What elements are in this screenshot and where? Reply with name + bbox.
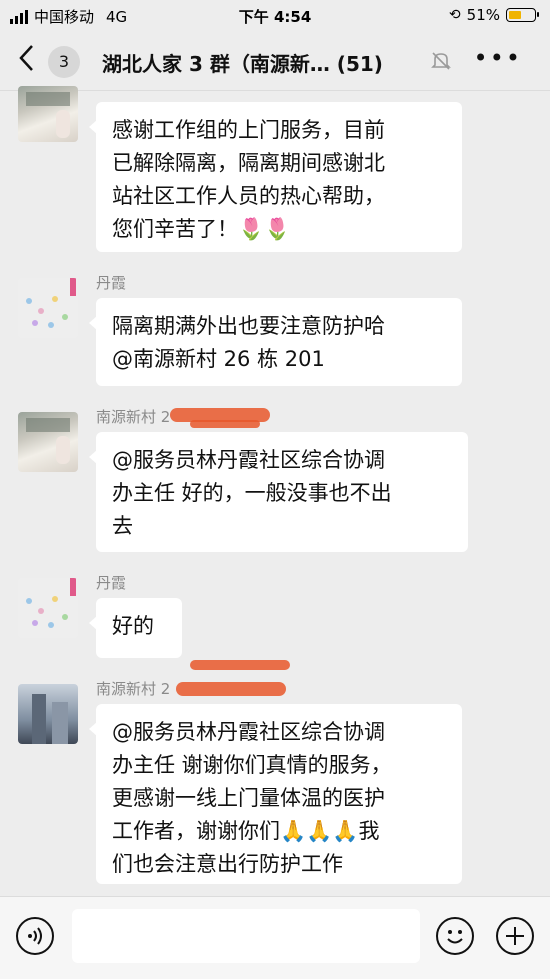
input-bar bbox=[0, 896, 550, 979]
battery-icon bbox=[506, 8, 539, 22]
avatar[interactable] bbox=[18, 278, 78, 338]
plus-circle-icon[interactable] bbox=[496, 917, 534, 955]
rotation-lock-icon: ⟲ bbox=[448, 7, 461, 23]
message-line: 更感谢一线上门量体温的医护 bbox=[112, 786, 385, 810]
status-bar: 中国移动 4G 下午 4:54 ⟲ 51% bbox=[0, 0, 550, 32]
sender-name: 南源新村 2 bbox=[96, 680, 171, 698]
message-line: @服务员林丹霞社区综合协调 bbox=[112, 448, 385, 472]
sender-name: 南源新村 2 bbox=[96, 408, 171, 426]
message-line: 办主任 谢谢你们真情的服务， bbox=[112, 753, 392, 777]
chat-header: 3 湖北人家 3 群（南源新… (51) ••• bbox=[0, 32, 550, 91]
message-line: 已解除隔离，隔离期间感谢北 bbox=[112, 151, 385, 175]
avatar[interactable] bbox=[18, 684, 78, 744]
bell-off-icon bbox=[430, 50, 452, 72]
avatar[interactable] bbox=[18, 412, 78, 472]
avatar[interactable] bbox=[18, 578, 78, 638]
redaction-mark bbox=[190, 420, 260, 428]
voice-icon[interactable] bbox=[16, 917, 54, 955]
message-line: 站社区工作人员的热心帮助， bbox=[112, 184, 385, 208]
message-bubble[interactable]: 隔离期满外出也要注意防护哈 @南源新村 26 栋 201 bbox=[89, 298, 462, 386]
message-input[interactable] bbox=[72, 909, 420, 963]
avatar[interactable] bbox=[18, 86, 78, 142]
message-line: 办主任 好的，一般没事也不出 bbox=[112, 481, 392, 505]
message-line: @服务员林丹霞社区综合协调 bbox=[112, 720, 385, 744]
unread-count-badge[interactable]: 3 bbox=[48, 46, 80, 78]
chat-title: 湖北人家 3 群（南源新… (51) bbox=[102, 52, 383, 76]
battery-percent: 51% bbox=[466, 6, 500, 24]
more-dots-icon[interactable]: ••• bbox=[474, 46, 522, 70]
redaction-mark bbox=[190, 660, 290, 670]
message-line: 们也会注意出行防护工作 bbox=[112, 852, 343, 876]
message-line: 工作者，谢谢你们🙏🙏🙏我 bbox=[112, 819, 380, 843]
message-bubble[interactable]: 感谢工作组的上门服务，目前 已解除隔离，隔离期间感谢北 站社区工作人员的热心帮助… bbox=[89, 102, 462, 252]
message-bubble[interactable]: 好的 bbox=[89, 598, 182, 658]
redaction-mark bbox=[176, 682, 286, 696]
message-bubble[interactable]: @服务员林丹霞社区综合协调 办主任 好的，一般没事也不出 去 bbox=[89, 432, 468, 552]
message-line: 去 bbox=[112, 514, 133, 538]
message-line: @南源新村 26 栋 201 bbox=[112, 347, 325, 371]
message-line: 感谢工作组的上门服务，目前 bbox=[112, 118, 385, 142]
sender-name: 丹霞 bbox=[96, 574, 127, 592]
sender-name: 丹霞 bbox=[96, 274, 127, 292]
message-bubble[interactable]: @服务员林丹霞社区综合协调 办主任 谢谢你们真情的服务， 更感谢一线上门量体温的… bbox=[89, 704, 462, 884]
message-line: 您们辛苦了！🌷🌷 bbox=[112, 217, 291, 241]
message-line: 好的 bbox=[112, 614, 154, 638]
message-line: 隔离期满外出也要注意防护哈 bbox=[112, 314, 385, 338]
emoji-icon[interactable] bbox=[436, 917, 474, 955]
chevron-left-icon[interactable] bbox=[18, 44, 34, 78]
